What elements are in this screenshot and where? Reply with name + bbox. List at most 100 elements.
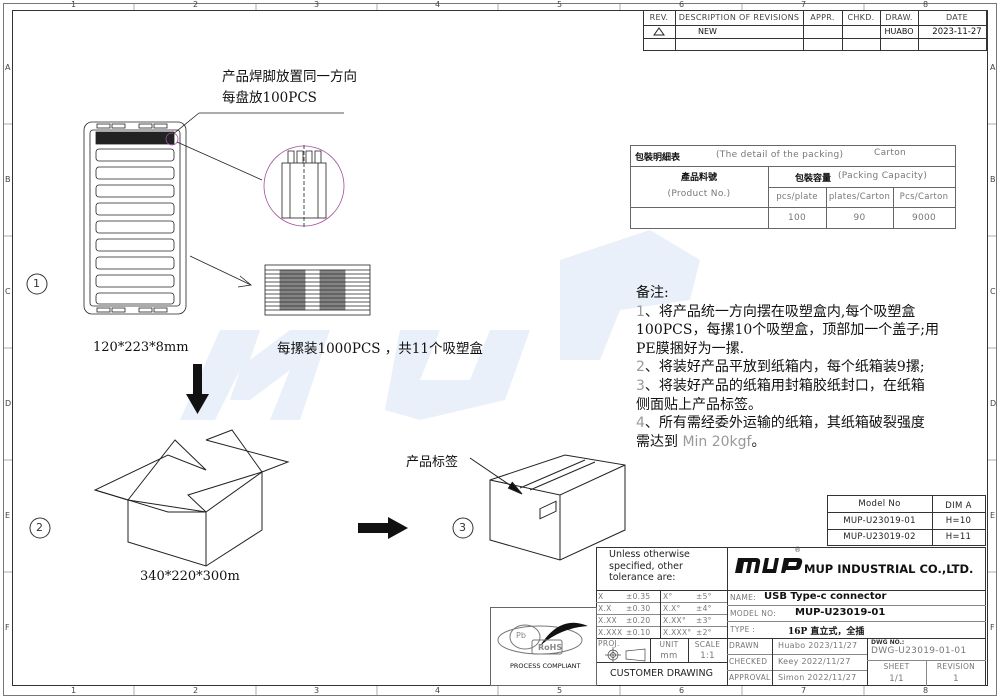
col-label: 3 — [314, 0, 320, 9]
row-label: B — [5, 175, 11, 184]
carton-size: 340*220*300m — [140, 569, 240, 584]
step-3-marker: 3 — [459, 521, 467, 534]
column-pcs-carton: Pcs/Carton — [899, 192, 949, 202]
note-1-line-3: PE膜捆好为一摞. — [636, 340, 745, 357]
col-label: 6 — [679, 0, 685, 9]
approval-label: APPROVAL — [729, 673, 771, 682]
product-label-note: 产品标签 — [406, 455, 459, 470]
col-label: 5 — [557, 0, 563, 9]
capacity-header-en: (Packing Capacity) — [838, 171, 928, 181]
model-row-1: MUP-U23019-01 — [843, 515, 916, 526]
col-label: 6 — [679, 686, 685, 695]
row-label: E — [5, 511, 11, 520]
col-label: 7 — [801, 686, 807, 695]
drawn-label: DRAWN — [729, 641, 759, 650]
right-arrow-icon — [358, 517, 408, 539]
packing-title-en: (The detail of the packing) — [716, 150, 844, 160]
col-label: 1 — [71, 0, 77, 9]
step-2-marker: 2 — [36, 521, 44, 534]
customer-drawing-label: CUSTOMER DRAWING — [610, 668, 713, 679]
revision-label: REVISION — [936, 662, 976, 671]
scale-value: 1:1 — [700, 651, 715, 661]
header-chkd: CHKD. — [847, 13, 875, 22]
header-appr: APPR. — [810, 13, 835, 22]
col-label: 4 — [435, 0, 441, 9]
value-pcs-plate: 100 — [787, 212, 807, 223]
sheet-value: 1/1 — [889, 673, 904, 684]
row-label: F — [5, 623, 10, 632]
tolerance-note: Unless otherwise specified, other tolera… — [609, 549, 690, 583]
checked-value: Keey 2022/11/27 — [778, 657, 851, 666]
note-3: 3、将装好产品的纸箱用封箱胶纸封口，在纸箱 — [636, 377, 925, 394]
scale-label: SCALE — [694, 640, 721, 649]
note-2: 2、将装好产品平放到纸箱内，每个纸箱装9摞; — [636, 359, 925, 376]
col-label: 3 — [314, 686, 320, 695]
col-label: 5 — [557, 686, 563, 695]
dim-row-1: H=10 — [945, 515, 972, 526]
row-label: A — [5, 63, 11, 72]
model-number: MUP-U23019-01 — [795, 607, 886, 618]
column-plates-carton: plates/Carton — [828, 192, 891, 202]
header-draw: DRAW. — [885, 13, 913, 22]
revision-triangle-icon — [653, 27, 665, 36]
proj-label: PROJ. — [598, 639, 620, 648]
row-label: B — [990, 175, 996, 184]
row-label: C — [990, 287, 996, 296]
type-value: 16P 直立式，全插 — [788, 627, 865, 637]
col-label: 8 — [923, 686, 929, 695]
approval-value: Simon 2022/11/27 — [778, 673, 857, 682]
revision-description: NEW — [698, 27, 717, 36]
note-1: 1、将产品统一方向摆在吸塑盒内,每个吸塑盒 — [636, 303, 916, 320]
revision-value: 1 — [953, 673, 959, 684]
company-name: MUP INDUSTRIAL CO.,LTD. — [804, 562, 974, 576]
value-plates-carton: 90 — [853, 212, 866, 223]
rohs-pb: Pb — [516, 631, 526, 640]
dwg-no-value: DWG-U23019-01-01 — [871, 646, 967, 656]
projection-symbol-icon — [605, 647, 646, 662]
checked-label: CHECKED — [729, 657, 768, 666]
note-3-line-2: 侧面贴上产品标签。 — [636, 396, 762, 413]
note-4-line-2: 需达到 Min 20kgf。 — [636, 433, 766, 450]
col-label: 7 — [801, 0, 807, 9]
registered-mark: ® — [794, 546, 801, 554]
row-label: C — [5, 287, 11, 296]
header-date: DATE — [945, 13, 968, 22]
rohs-text: RoHS — [538, 643, 563, 652]
packing-notes: 备注: 1、将产品统一方向摆在吸塑盒内,每个吸塑盒 100PCS，每摞10个吸塑… — [636, 284, 939, 451]
col-label: 4 — [435, 686, 441, 695]
row-label: D — [990, 399, 997, 408]
col-label: 8 — [923, 0, 929, 9]
tray-drawing — [83, 112, 371, 316]
row-label: E — [990, 511, 996, 520]
capacity-header-cn: 包裝容量 — [795, 174, 832, 184]
tray-size: 120*223*8mm — [93, 340, 189, 355]
row-label: D — [5, 399, 12, 408]
revision-drawer: HUABO — [884, 27, 914, 36]
drawn-value: Huabo 2023/11/27 — [778, 641, 858, 650]
mup-watermark — [180, 230, 700, 420]
model-label: MODEL NO: — [730, 609, 777, 618]
step-1-marker: 1 — [33, 277, 41, 290]
tray-note-direction: 产品焊脚放置同一方向 — [222, 69, 357, 85]
unit-label: UNIT — [659, 640, 679, 649]
header-description: DESCRIPTION OF REVISIONS — [678, 13, 800, 22]
open-carton-drawing — [93, 429, 290, 567]
stack-note: 每摞装1000PCS ，共11个吸塑盒 — [277, 341, 483, 357]
column-pcs-plate: pcs/plate — [776, 192, 818, 202]
closed-carton-drawing — [469, 454, 626, 561]
mup-logo — [735, 558, 803, 573]
value-pcs-carton: 9000 — [911, 212, 937, 223]
note-4: 4、所有需经委外运输的纸箱，其纸箱破裂强度 — [636, 415, 925, 432]
header-rev: REV. — [649, 13, 669, 22]
tray-note-quantity: 每盘放100PCS — [222, 90, 317, 106]
product-header-cn: 產品料號 — [680, 172, 717, 183]
header-model-no: Model No — [858, 498, 901, 509]
model-row-2: MUP-U23019-02 — [843, 532, 916, 542]
row-label: A — [990, 63, 996, 72]
tray-stack-drawing — [264, 264, 371, 316]
col-label: 1 — [71, 686, 77, 695]
row-label: F — [990, 623, 995, 632]
rohs-caption: PROCESS COMPLIANT — [510, 662, 581, 670]
col-label: 2 — [193, 686, 199, 695]
notes-title: 备注: — [636, 285, 669, 301]
